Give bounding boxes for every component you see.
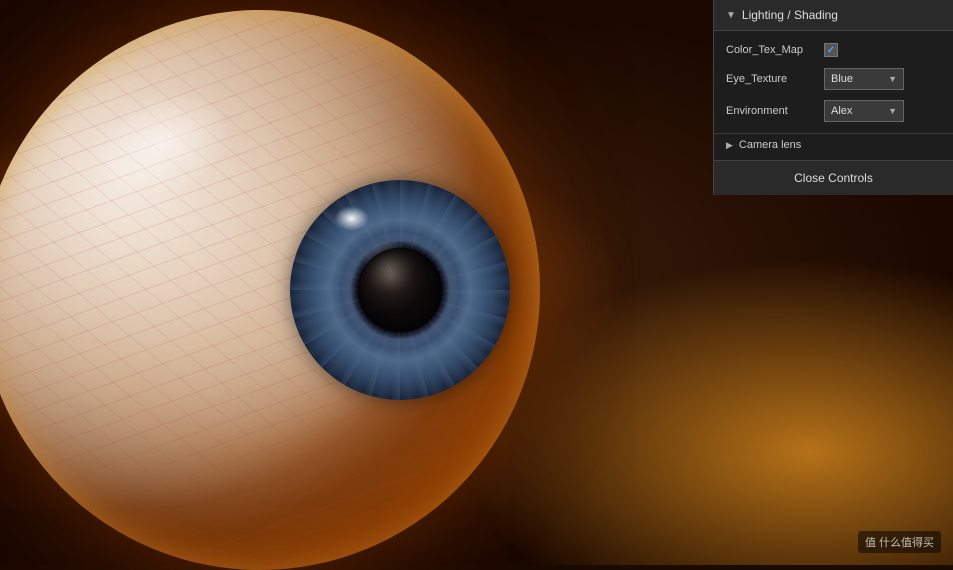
eye-texture-value: Blue (831, 73, 853, 85)
eye-texture-row: Eye_Texture Blue ▼ (714, 63, 953, 95)
color-tex-map-row: Color_Tex_Map ✓ (714, 37, 953, 63)
environment-label: Environment (726, 105, 816, 117)
camera-lens-section[interactable]: ▶ Camera lens (714, 133, 953, 156)
color-tex-map-label: Color_Tex_Map (726, 44, 816, 56)
gold-rim (0, 10, 540, 570)
panel-header[interactable]: ▼ Lighting / Shading (714, 0, 953, 31)
checkbox-checkmark: ✓ (827, 45, 835, 56)
eyeball-container (0, 10, 580, 570)
environment-value: Alex (831, 105, 852, 117)
control-panel: ▼ Lighting / Shading Color_Tex_Map ✓ Eye… (713, 0, 953, 195)
eye-texture-label: Eye_Texture (726, 73, 816, 85)
eyeball (0, 10, 540, 570)
panel-collapse-arrow[interactable]: ▼ (726, 10, 736, 21)
environment-dropdown[interactable]: Alex ▼ (824, 100, 904, 122)
color-tex-map-checkbox[interactable]: ✓ (824, 43, 838, 57)
panel-section: Color_Tex_Map ✓ Eye_Texture Blue ▼ Envir… (714, 31, 953, 133)
camera-collapse-arrow[interactable]: ▶ (726, 140, 733, 151)
environment-dropdown-arrow: ▼ (888, 106, 897, 116)
eye-texture-dropdown[interactable]: Blue ▼ (824, 68, 904, 90)
close-controls-button[interactable]: Close Controls (714, 160, 953, 195)
environment-row: Environment Alex ▼ (714, 95, 953, 127)
panel-title: Lighting / Shading (742, 8, 838, 22)
camera-lens-label: Camera lens (739, 139, 801, 151)
watermark: 值 什么值得买 (858, 531, 941, 553)
eye-texture-dropdown-arrow: ▼ (888, 74, 897, 84)
